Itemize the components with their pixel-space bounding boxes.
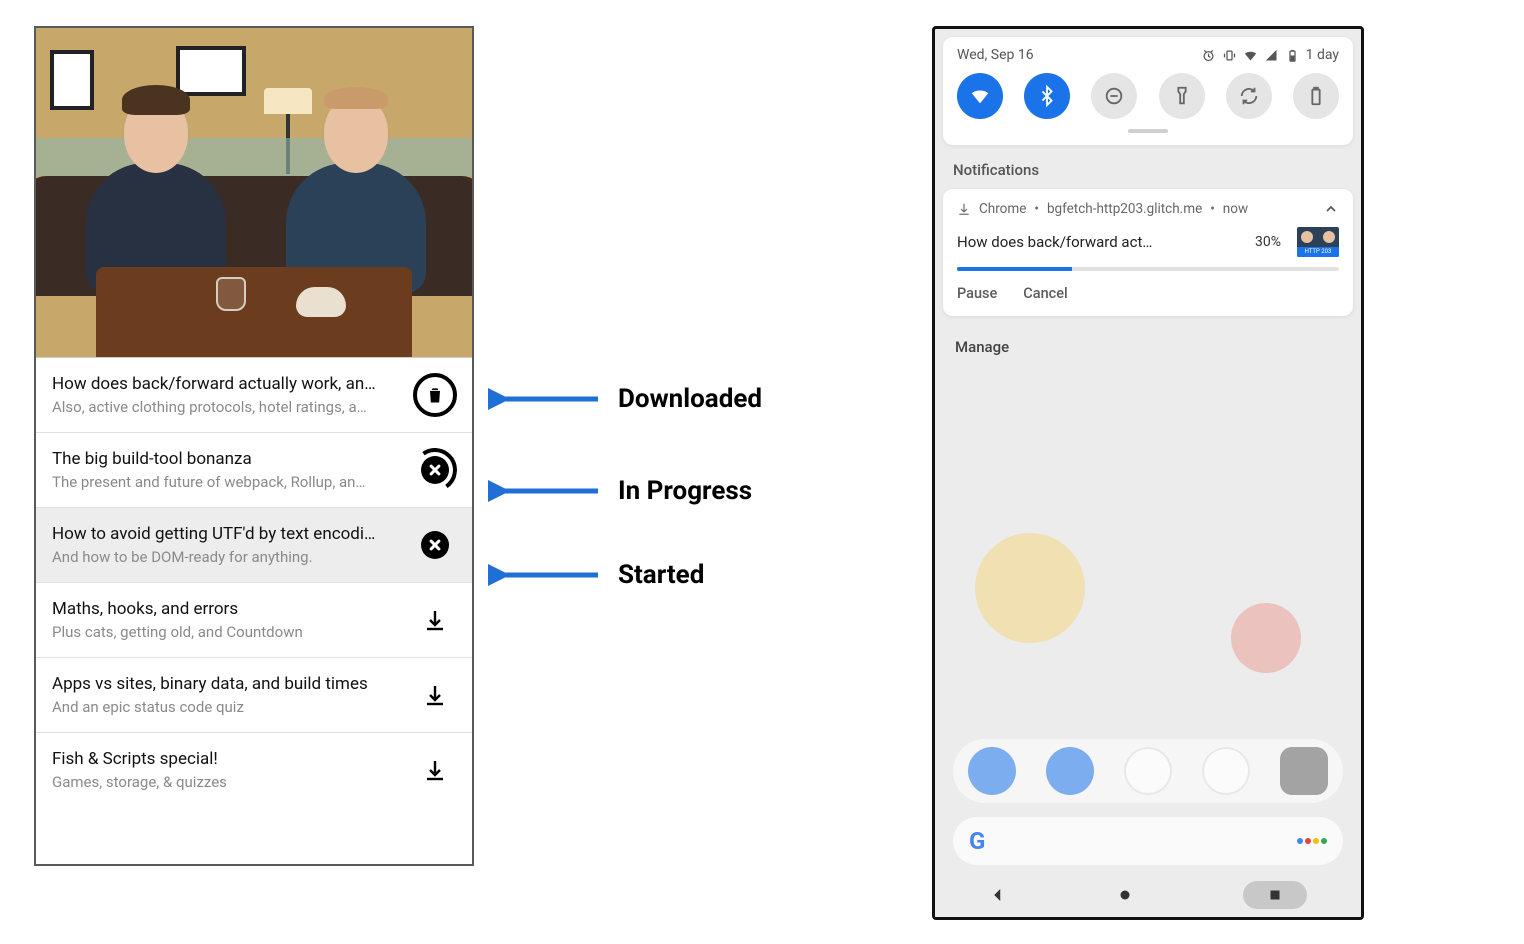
home-button[interactable]	[1116, 886, 1134, 904]
battery-text: 1 day	[1306, 47, 1339, 63]
app-dock	[953, 739, 1343, 803]
phone-frame: Wed, Sep 16 1 day Notifications Chrome	[932, 26, 1364, 920]
progress-fill	[957, 267, 1072, 271]
notification-app: Chrome	[979, 201, 1026, 217]
signal-icon	[1264, 48, 1279, 63]
home-background: G	[935, 603, 1361, 873]
episode-row[interactable]: Apps vs sites, binary data, and build ti…	[36, 658, 472, 733]
notification-percent: 30%	[1255, 234, 1281, 250]
camera-app-icon[interactable]	[1280, 747, 1328, 795]
episode-row[interactable]: Maths, hooks, and errors Plus cats, gett…	[36, 583, 472, 658]
episode-title: The big build-tool bonanza	[52, 449, 402, 469]
episode-title: Fish & Scripts special!	[52, 749, 402, 769]
wifi-icon	[969, 85, 991, 107]
episode-title: How to avoid getting UTF'd by text encod…	[52, 524, 402, 544]
pause-button[interactable]: Pause	[957, 285, 997, 302]
search-bar[interactable]: G	[953, 817, 1343, 865]
alarm-icon	[1201, 48, 1216, 63]
episode-subtitle: And how to be DOM-ready for anything.	[52, 548, 402, 566]
annotation-label: Downloaded	[618, 384, 762, 414]
annotation-inprogress: In Progress	[488, 476, 752, 506]
download-icon	[423, 758, 447, 782]
assistant-icon[interactable]	[1297, 838, 1327, 844]
status-date: Wed, Sep 16	[957, 47, 1034, 63]
download-icon	[423, 608, 447, 632]
download-icon	[423, 683, 447, 707]
quick-settings-card: Wed, Sep 16 1 day	[943, 37, 1353, 145]
download-button[interactable]	[412, 747, 458, 793]
annotation-label: Started	[618, 560, 704, 590]
play-store-app-icon[interactable]	[1124, 747, 1172, 795]
notification-source: bgfetch-http203.glitch.me	[1047, 201, 1202, 217]
progress-bar	[957, 267, 1339, 271]
cancel-icon	[421, 456, 449, 484]
episode-title: Maths, hooks, and errors	[52, 599, 402, 619]
bluetooth-toggle[interactable]	[1024, 73, 1070, 119]
status-icons: 1 day	[1201, 47, 1339, 63]
cancel-download-button[interactable]	[412, 447, 458, 493]
battery-icon	[1285, 48, 1300, 63]
episode-row[interactable]: The big build-tool bonanza The present a…	[36, 433, 472, 508]
episode-title: How does back/forward actually work, an…	[52, 374, 402, 394]
square-icon	[1266, 886, 1284, 904]
system-nav-bar	[935, 873, 1361, 917]
cancel-icon	[421, 531, 449, 559]
annotation-started: Started	[488, 560, 704, 590]
wifi-icon	[1243, 48, 1258, 63]
delete-download-button[interactable]	[412, 372, 458, 418]
bluetooth-icon	[1036, 85, 1058, 107]
notification-title: How does back/forward act…	[957, 233, 1245, 251]
back-button[interactable]	[989, 886, 1007, 904]
phone-app-icon[interactable]	[968, 747, 1016, 795]
arrow-icon	[488, 563, 598, 587]
messages-app-icon[interactable]	[1046, 747, 1094, 795]
download-notification[interactable]: Chrome • bgfetch-http203.glitch.me • now…	[943, 189, 1353, 316]
episode-row[interactable]: How to avoid getting UTF'd by text encod…	[36, 508, 472, 583]
flashlight-icon	[1171, 85, 1193, 107]
dnd-icon	[1103, 85, 1125, 107]
episode-subtitle: The present and future of webpack, Rollu…	[52, 473, 402, 491]
chrome-app-icon[interactable]	[1202, 747, 1250, 795]
episode-list-panel: How does back/forward actually work, an……	[34, 26, 474, 866]
wifi-toggle[interactable]	[957, 73, 1003, 119]
annotation-label: In Progress	[618, 476, 752, 506]
episode-row[interactable]: How does back/forward actually work, an……	[36, 358, 472, 433]
arrow-icon	[488, 387, 598, 411]
episode-subtitle: Games, storage, & quizzes	[52, 773, 402, 791]
arrow-icon	[488, 479, 598, 503]
hero-image	[36, 28, 472, 358]
download-button[interactable]	[412, 672, 458, 718]
google-logo-icon: G	[969, 827, 985, 855]
dnd-toggle[interactable]	[1091, 73, 1137, 119]
cancel-button[interactable]: Cancel	[1023, 285, 1067, 302]
episode-subtitle: Also, active clothing protocols, hotel r…	[52, 398, 402, 416]
notification-time: now	[1223, 201, 1248, 217]
battery-saver-toggle[interactable]	[1293, 73, 1339, 119]
cancel-download-button[interactable]	[412, 522, 458, 568]
notifications-header: Notifications	[935, 145, 1361, 189]
trash-icon	[413, 373, 457, 417]
chevron-up-icon[interactable]	[1323, 201, 1339, 217]
episode-title: Apps vs sites, binary data, and build ti…	[52, 674, 402, 694]
episode-subtitle: Plus cats, getting old, and Countdown	[52, 623, 402, 641]
vibrate-icon	[1222, 48, 1237, 63]
manage-button[interactable]: Manage	[935, 316, 1361, 378]
notification-thumbnail: HTTP 203	[1297, 227, 1339, 257]
download-icon	[957, 202, 971, 216]
recents-button[interactable]	[1243, 881, 1307, 909]
annotation-downloaded: Downloaded	[488, 384, 762, 414]
flashlight-toggle[interactable]	[1159, 73, 1205, 119]
download-button[interactable]	[412, 597, 458, 643]
episode-subtitle: And an epic status code quiz	[52, 698, 402, 716]
drag-handle[interactable]	[1128, 129, 1168, 133]
episode-row[interactable]: Fish & Scripts special! Games, storage, …	[36, 733, 472, 807]
rotate-icon	[1238, 85, 1260, 107]
battery-icon	[1305, 85, 1327, 107]
autorotate-toggle[interactable]	[1226, 73, 1272, 119]
